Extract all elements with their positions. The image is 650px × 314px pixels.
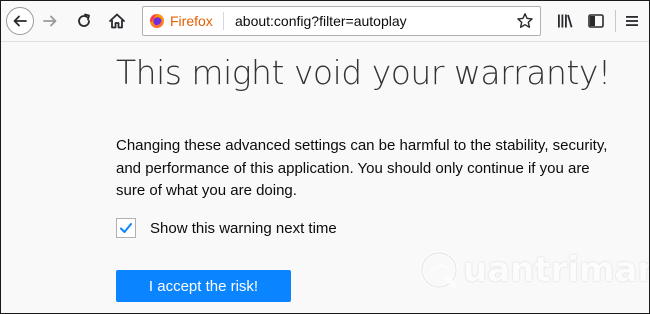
hamburger-menu-icon [626, 16, 638, 26]
url-text[interactable]: about:config?filter=autoplay [235, 7, 407, 35]
quantrimang-logo [420, 251, 458, 289]
menu-button[interactable] [621, 10, 643, 32]
warning-description: Changing these advanced settings can be … [116, 137, 608, 199]
forward-button[interactable] [38, 9, 62, 33]
watermark-text: uantrimang [463, 250, 649, 290]
sidebar-button[interactable] [585, 10, 607, 32]
watermark: uantrimang [419, 250, 649, 290]
arrow-left-icon [13, 15, 27, 27]
page-title: This might void your warranty! [116, 53, 611, 92]
show-warning-label[interactable]: Show this warning next time [150, 220, 337, 237]
show-warning-row[interactable]: Show this warning next time [116, 217, 337, 239]
back-button[interactable] [6, 7, 34, 35]
home-button[interactable] [105, 9, 129, 33]
firefox-logo-icon [150, 14, 164, 28]
navigation-toolbar: Firefox about:config?filter=autoplay [1, 1, 649, 42]
toolbar-separator [615, 10, 616, 32]
identity-separator [223, 12, 224, 30]
sidebar-icon [588, 14, 604, 28]
library-icon [558, 14, 573, 28]
arrow-right-icon [43, 15, 57, 27]
url-bar[interactable]: Firefox about:config?filter=autoplay [142, 6, 541, 36]
identity-box[interactable]: Firefox [149, 7, 213, 35]
library-button[interactable] [554, 10, 576, 32]
reload-button[interactable] [72, 9, 96, 33]
identity-label: Firefox [170, 13, 213, 29]
checkmark-icon [120, 223, 132, 233]
warning-page: This might void your warranty! Changing … [1, 42, 649, 313]
show-warning-checkbox[interactable] [116, 218, 136, 238]
star-icon[interactable] [516, 12, 534, 30]
browser-window: Firefox about:config?filter=autoplay Thi… [0, 0, 650, 314]
accept-risk-button[interactable]: I accept the risk! [116, 270, 291, 302]
home-icon [109, 13, 125, 29]
reload-icon [78, 13, 90, 27]
